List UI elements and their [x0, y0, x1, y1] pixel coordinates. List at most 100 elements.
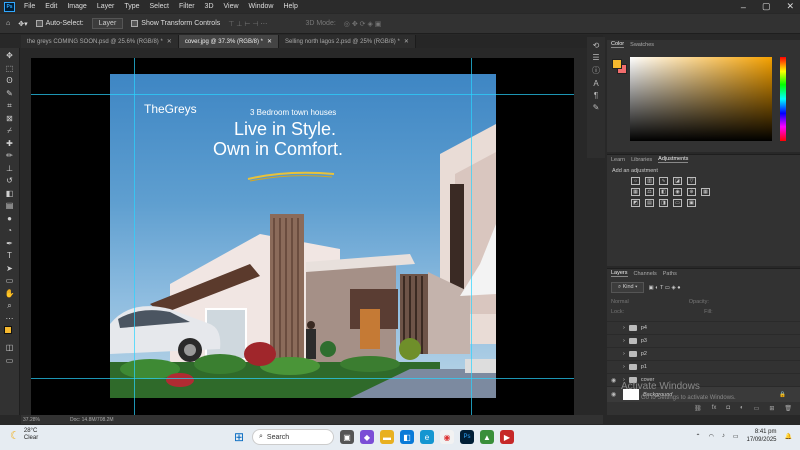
frame-tool-icon[interactable]: ⊠	[3, 113, 17, 125]
color-lookup-icon[interactable]: ▦	[701, 188, 710, 196]
layer-row[interactable]: › p4	[607, 321, 800, 334]
hand-tool-icon[interactable]: ✋	[3, 288, 17, 300]
menu-type[interactable]: Type	[119, 3, 144, 10]
link-icon[interactable]: ⛓	[694, 405, 702, 412]
tab-libraries[interactable]: Libraries	[631, 157, 652, 163]
tab-learn[interactable]: Learn	[611, 157, 625, 163]
eye-icon[interactable]: ◉	[611, 391, 619, 398]
doc-size-readout[interactable]: Doc: 14.8M/708.2M	[70, 417, 114, 423]
adjustment-layer-icon[interactable]: ◐	[740, 405, 744, 412]
guide-horizontal[interactable]	[31, 94, 574, 95]
fill-label[interactable]: Fill:	[704, 309, 713, 315]
color-swatches-icon[interactable]	[3, 325, 17, 341]
menu-view[interactable]: View	[219, 3, 244, 10]
lasso-tool-icon[interactable]: ʘ	[3, 75, 17, 87]
guide-vertical[interactable]	[471, 58, 472, 416]
file-explorer-icon[interactable]: ▬	[380, 430, 394, 444]
close-icon[interactable]: ✕	[786, 1, 794, 12]
levels-icon[interactable]: ▥	[645, 177, 654, 185]
guide-vertical[interactable]	[134, 58, 135, 416]
screen-mode-icon[interactable]: ▭	[3, 355, 17, 367]
gradient-tool-icon[interactable]: ▤	[3, 200, 17, 212]
blend-mode-select[interactable]: Normal	[611, 299, 629, 305]
windows-start-icon[interactable]: ⊞	[232, 430, 246, 444]
vibrance-icon[interactable]: ▽	[687, 177, 696, 185]
dodge-tool-icon[interactable]: ◔	[3, 225, 17, 237]
crop-tool-icon[interactable]: ⌗	[3, 100, 17, 112]
black-white-icon[interactable]: ◧	[659, 188, 668, 196]
healing-brush-icon[interactable]: ✚	[3, 138, 17, 150]
maximize-icon[interactable]: ▢	[762, 1, 771, 12]
menu-image[interactable]: Image	[62, 3, 91, 10]
foreground-color-swatch[interactable]	[612, 59, 622, 69]
volume-icon[interactable]: ♪	[722, 433, 725, 439]
auto-select-target[interactable]: Layer	[91, 18, 124, 29]
clock[interactable]: 8:41 pm 17/09/2025	[746, 428, 776, 444]
layer-row[interactable]: › p2	[607, 347, 800, 360]
marquee-tool-icon[interactable]: ⬚	[3, 63, 17, 75]
foreground-color[interactable]	[3, 326, 12, 334]
hue-saturation-icon[interactable]: ▦	[631, 188, 640, 196]
quick-mask-icon[interactable]: ◫	[3, 342, 17, 354]
chrome-icon[interactable]: ◉	[440, 430, 454, 444]
notifications-icon[interactable]: 🔔	[785, 433, 792, 440]
quick-select-icon[interactable]: ✎	[3, 88, 17, 100]
gradient-map-icon[interactable]: ▭	[673, 199, 682, 207]
menu-filter[interactable]: Filter	[174, 3, 200, 10]
chevron-right-icon[interactable]: ›	[623, 338, 625, 344]
photo-filter-icon[interactable]: ◉	[673, 188, 682, 196]
lock-label[interactable]: Lock:	[611, 309, 624, 315]
tab-selling-north-lagos[interactable]: Selling north lagos 2.psd @ 25% (RGB/8) …	[278, 35, 416, 48]
group-icon[interactable]: ▭	[754, 405, 760, 412]
menu-select[interactable]: Select	[145, 3, 174, 10]
fx-icon[interactable]: fx	[712, 405, 717, 412]
stamp-tool-icon[interactable]: ⊥	[3, 163, 17, 175]
pen-tool-icon[interactable]: ✒	[3, 238, 17, 250]
store-icon[interactable]: ◧	[400, 430, 414, 444]
close-icon[interactable]: ✕	[404, 38, 409, 45]
move-tool-icon[interactable]: ✥▾	[18, 20, 27, 28]
3d-icons[interactable]: ◎ ✥ ⟳ ◈ ▣	[344, 20, 382, 28]
threshold-icon[interactable]: ◨	[659, 199, 668, 207]
menu-window[interactable]: Window	[244, 3, 279, 10]
game-icon[interactable]: ▲	[480, 430, 494, 444]
channel-mixer-icon[interactable]: ⊕	[687, 188, 696, 196]
close-icon[interactable]: ✕	[267, 38, 272, 45]
eye-icon[interactable]: ◉	[611, 377, 619, 384]
rectangle-tool-icon[interactable]: ▭	[3, 275, 17, 287]
zoom-tool-icon[interactable]: ⌕	[3, 300, 17, 312]
move-tool-icon[interactable]: ✥	[3, 50, 17, 62]
taskbar-search[interactable]: ⌕ Search	[252, 429, 334, 445]
opacity-label[interactable]: Opacity:	[689, 299, 709, 305]
properties-icon[interactable]: ☰	[592, 53, 599, 62]
chevron-right-icon[interactable]: ›	[623, 351, 625, 357]
tab-swatches[interactable]: Swatches	[630, 42, 654, 48]
brightness-icon[interactable]: ☼	[631, 177, 640, 185]
show-transform-checkbox[interactable]: Show Transform Controls	[131, 20, 220, 27]
new-layer-icon[interactable]: ⊞	[769, 405, 774, 412]
chevron-up-icon[interactable]: ⌃	[696, 433, 701, 440]
history-icon[interactable]: ⟲	[593, 41, 600, 50]
tab-greys-coming-soon[interactable]: the greys COMING SOON.psd @ 25.6% (RGB/8…	[21, 35, 179, 48]
battery-icon[interactable]: ▭	[733, 433, 739, 440]
character-icon[interactable]: A	[593, 79, 598, 88]
selective-color-icon[interactable]: ▣	[687, 199, 696, 207]
weather-widget[interactable]: ☾ 28°C Clear	[10, 428, 38, 442]
zoom-readout[interactable]: 37.28%	[23, 417, 40, 423]
menu-edit[interactable]: Edit	[40, 3, 62, 10]
close-icon[interactable]: ✕	[167, 38, 172, 45]
menu-3d[interactable]: 3D	[200, 3, 219, 10]
chevron-right-icon[interactable]: ›	[623, 364, 625, 370]
tab-cover[interactable]: cover.jpg @ 37.3% (RGB/8) * ✕	[178, 35, 279, 48]
history-brush-icon[interactable]: ↺	[3, 175, 17, 187]
minimize-icon[interactable]: –	[741, 2, 746, 12]
color-picker-field[interactable]	[630, 57, 772, 141]
home-icon[interactable]: ⌂	[6, 20, 10, 27]
eyedropper-icon[interactable]: ⌿	[3, 125, 17, 137]
invert-icon[interactable]: ◩	[631, 199, 640, 207]
guide-horizontal[interactable]	[31, 378, 574, 379]
tab-channels[interactable]: Channels	[634, 271, 657, 277]
curves-icon[interactable]: ∿	[659, 177, 668, 185]
cover-artwork[interactable]: TheGreys 3 Bedroom town houses Live in S…	[110, 74, 496, 398]
menu-layer[interactable]: Layer	[92, 3, 120, 10]
